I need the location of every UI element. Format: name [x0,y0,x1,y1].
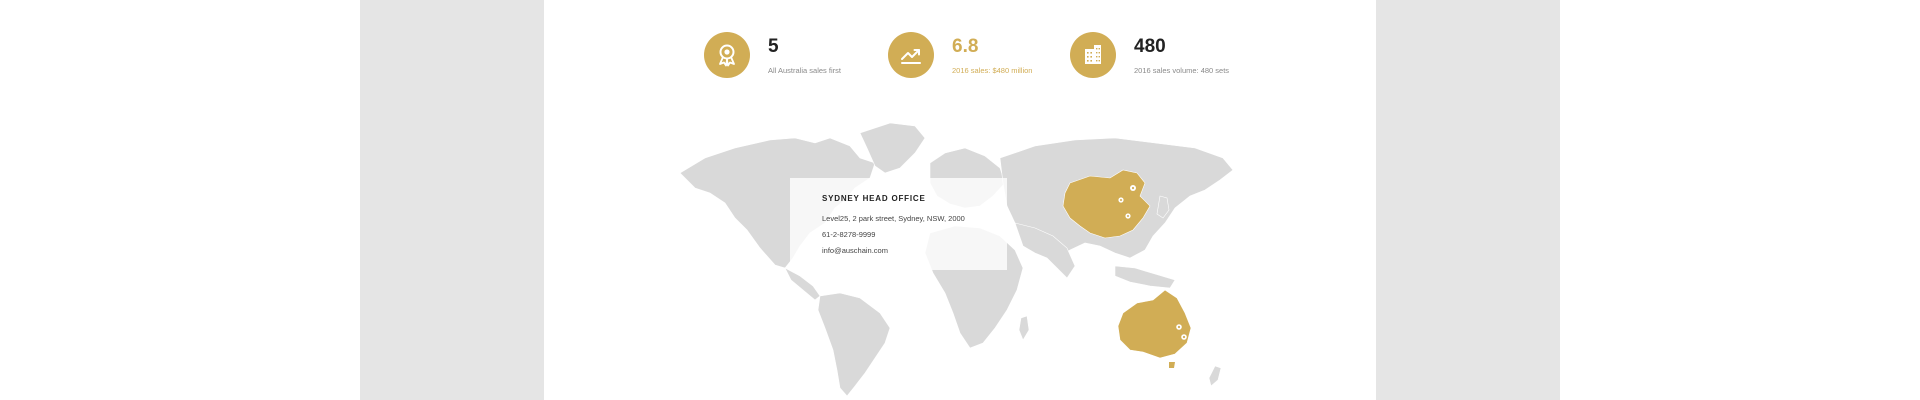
map-pin-icon [1118,197,1124,203]
office-title: SYDNEY HEAD OFFICE [822,194,926,203]
southeast-asia-region [1114,265,1176,289]
stat-value: 5 [768,36,779,57]
stat-value: 6.8 [952,36,979,57]
madagascar-region [1018,315,1030,341]
office-phone: 61-2-8278-9999 [822,230,876,239]
australia-region [1117,289,1192,359]
stat-caption: 2016 sales volume: 480 sets [1134,66,1230,75]
buildings-icon [1070,32,1116,78]
map-pin-icon [1176,324,1182,330]
award-medal-icon [704,32,750,78]
office-email[interactable]: info@auschain.com [822,246,888,255]
map-pin-icon [1125,213,1131,219]
trend-up-icon [888,32,934,78]
map-pin-icon [1130,185,1136,191]
office-address: Level25, 2 park street, Sydney, NSW, 200… [822,214,965,223]
left-side-band [360,0,544,400]
central-america-region [784,267,821,301]
south-america-region [817,292,891,397]
right-side-band [1376,0,1560,400]
office-info-panel: SYDNEY HEAD OFFICE Level25, 2 park stree… [790,178,1007,270]
stat-caption: 2016 sales: $480 million [952,66,1033,75]
stat-caption: All Australia sales first [768,66,841,75]
stat-value: 480 [1134,36,1166,57]
tasmania-region [1169,362,1175,368]
map-pin-icon [1181,334,1187,340]
new-zealand-region [1208,365,1222,387]
